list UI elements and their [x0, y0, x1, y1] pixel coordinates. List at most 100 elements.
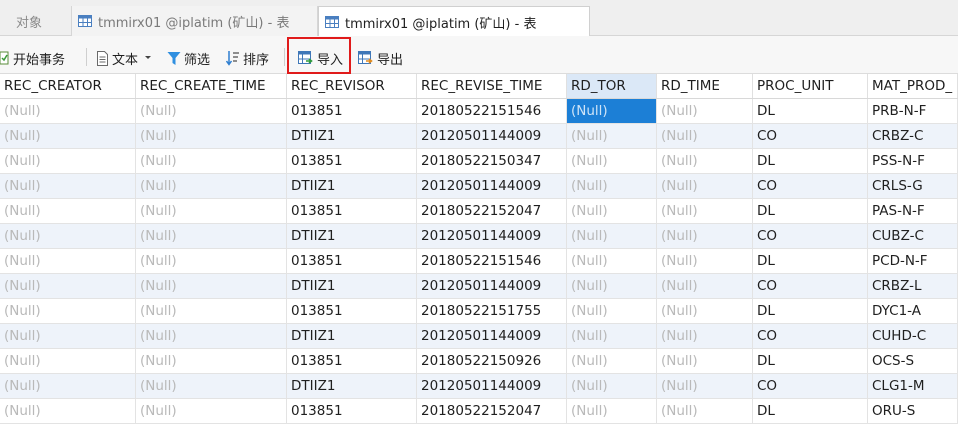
table-cell[interactable]: CO	[753, 324, 868, 348]
table-cell[interactable]: ORU-S	[868, 399, 958, 423]
table-cell[interactable]: (Null)	[136, 299, 287, 323]
text-view-button[interactable]: 文本	[96, 48, 156, 68]
table-cell[interactable]: (Null)	[657, 274, 753, 298]
table-cell[interactable]: DTIIZ1	[287, 324, 417, 348]
table-cell[interactable]: 20120501144009	[417, 174, 567, 198]
table-cell[interactable]: 013851	[287, 249, 417, 273]
table-cell[interactable]: (Null)	[0, 399, 136, 423]
table-cell[interactable]: (Null)	[657, 99, 753, 123]
table-row[interactable]: (Null) (Null) DTIIZ1 20120501144009 (Null) (N…	[0, 274, 958, 299]
table-cell[interactable]: (Null)	[657, 199, 753, 223]
table-cell[interactable]: CO	[753, 224, 868, 248]
tab-table-2-active[interactable]: tmmirx01 @iplatim (矿山) - 表	[318, 6, 590, 37]
column-header-rec-create-time[interactable]: REC_CREATE_TIME	[136, 74, 287, 98]
table-cell[interactable]: (Null)	[657, 224, 753, 248]
table-cell[interactable]: (Null)	[0, 249, 136, 273]
table-row[interactable]: (Null) (Null) 013851 20180522150347 (Null) (N…	[0, 149, 958, 174]
table-cell[interactable]: 20180522151546	[417, 99, 567, 123]
table-cell[interactable]: (Null)	[136, 349, 287, 373]
table-cell[interactable]: DL	[753, 199, 868, 223]
table-row[interactable]: (Null) (Null) 013851 20180522151755 (Null) (N…	[0, 299, 958, 324]
table-cell[interactable]: (Null)	[567, 349, 657, 373]
table-cell[interactable]: (Null)	[567, 274, 657, 298]
table-cell[interactable]: 20180522151546	[417, 249, 567, 273]
table-cell[interactable]: (Null)	[136, 249, 287, 273]
column-header-mat-prod-[interactable]: MAT_PROD_	[868, 74, 958, 98]
table-cell[interactable]: DL	[753, 299, 868, 323]
table-cell[interactable]: CO	[753, 124, 868, 148]
table-cell[interactable]: 013851	[287, 349, 417, 373]
table-cell[interactable]: (Null)	[657, 249, 753, 273]
table-cell[interactable]: (Null)	[567, 324, 657, 348]
table-row[interactable]: (Null) (Null) 013851 20180522152047 (Null) (N…	[0, 399, 958, 424]
table-cell[interactable]: (Null)	[0, 374, 136, 398]
table-cell[interactable]: CRBZ-C	[868, 124, 958, 148]
table-cell[interactable]: PSS-N-F	[868, 149, 958, 173]
table-cell[interactable]: 20120501144009	[417, 374, 567, 398]
table-cell[interactable]: (Null)	[567, 99, 657, 123]
table-cell[interactable]: (Null)	[0, 124, 136, 148]
table-cell[interactable]: (Null)	[567, 124, 657, 148]
column-header-rec-revise-time[interactable]: REC_REVISE_TIME	[417, 74, 567, 98]
table-cell[interactable]: (Null)	[136, 99, 287, 123]
table-cell[interactable]: 20120501144009	[417, 224, 567, 248]
table-row[interactable]: (Null) (Null) 013851 20180522151546 (Null) (N…	[0, 249, 958, 274]
table-cell[interactable]: (Null)	[567, 149, 657, 173]
table-cell[interactable]: 013851	[287, 199, 417, 223]
table-cell[interactable]: (Null)	[657, 349, 753, 373]
table-cell[interactable]: DTIIZ1	[287, 374, 417, 398]
table-cell[interactable]: 20120501144009	[417, 324, 567, 348]
table-cell[interactable]: (Null)	[0, 174, 136, 198]
table-row[interactable]: (Null) (Null) DTIIZ1 20120501144009 (Null) (N…	[0, 224, 958, 249]
table-cell[interactable]: (Null)	[657, 374, 753, 398]
table-cell[interactable]: (Null)	[567, 224, 657, 248]
table-row[interactable]: (Null) (Null) DTIIZ1 20120501144009 (Null) (N…	[0, 374, 958, 399]
table-row[interactable]: (Null) (Null) 013851 20180522151546 (Null) (N…	[0, 99, 958, 124]
table-cell[interactable]: (Null)	[0, 349, 136, 373]
table-cell[interactable]: DL	[753, 349, 868, 373]
table-cell[interactable]: PCD-N-F	[868, 249, 958, 273]
column-header-proc-unit[interactable]: PROC_UNIT	[753, 74, 868, 98]
column-header-rec-creator[interactable]: REC_CREATOR	[0, 74, 136, 98]
table-cell[interactable]: (Null)	[567, 374, 657, 398]
table-row[interactable]: (Null) (Null) 013851 20180522150926 (Null) (N…	[0, 349, 958, 374]
table-cell[interactable]: (Null)	[0, 224, 136, 248]
tab-table-1[interactable]: tmmirx01 @iplatim (矿山) - 表	[72, 6, 318, 36]
table-cell[interactable]: (Null)	[567, 299, 657, 323]
table-cell[interactable]: 013851	[287, 99, 417, 123]
begin-transaction-button[interactable]: 开始事务	[0, 48, 65, 68]
table-cell[interactable]: 20180522150347	[417, 149, 567, 173]
table-cell[interactable]: DL	[753, 99, 868, 123]
column-header-rd-time[interactable]: RD_TIME	[657, 74, 753, 98]
table-cell[interactable]: 20180522150926	[417, 349, 567, 373]
table-cell[interactable]: (Null)	[0, 299, 136, 323]
table-cell[interactable]: (Null)	[657, 124, 753, 148]
table-cell[interactable]: (Null)	[657, 299, 753, 323]
table-cell[interactable]: DL	[753, 149, 868, 173]
table-row[interactable]: (Null) (Null) DTIIZ1 20120501144009 (Null) (N…	[0, 174, 958, 199]
sort-button[interactable]: 排序	[226, 48, 269, 68]
table-cell[interactable]: (Null)	[0, 324, 136, 348]
table-cell[interactable]: (Null)	[0, 199, 136, 223]
table-cell[interactable]: (Null)	[657, 174, 753, 198]
table-cell[interactable]: (Null)	[136, 199, 287, 223]
table-cell[interactable]: DTIIZ1	[287, 274, 417, 298]
table-cell[interactable]: CLG1-M	[868, 374, 958, 398]
table-cell[interactable]: OCS-S	[868, 349, 958, 373]
table-cell[interactable]: (Null)	[657, 149, 753, 173]
table-cell[interactable]: DTIIZ1	[287, 224, 417, 248]
table-cell[interactable]: (Null)	[136, 399, 287, 423]
table-cell[interactable]: (Null)	[0, 274, 136, 298]
table-cell[interactable]: (Null)	[136, 124, 287, 148]
table-cell[interactable]: DTIIZ1	[287, 174, 417, 198]
table-row[interactable]: (Null) (Null) DTIIZ1 20120501144009 (Null) (N…	[0, 324, 958, 349]
table-cell[interactable]: (Null)	[0, 149, 136, 173]
table-cell[interactable]: (Null)	[567, 174, 657, 198]
table-cell[interactable]: DL	[753, 399, 868, 423]
filter-button[interactable]: 筛选	[167, 48, 210, 68]
table-cell[interactable]: DTIIZ1	[287, 124, 417, 148]
table-cell[interactable]: CUBZ-C	[868, 224, 958, 248]
table-cell[interactable]: (Null)	[136, 324, 287, 348]
table-cell[interactable]: CUHD-C	[868, 324, 958, 348]
column-header-rec-revisor[interactable]: REC_REVISOR	[287, 74, 417, 98]
